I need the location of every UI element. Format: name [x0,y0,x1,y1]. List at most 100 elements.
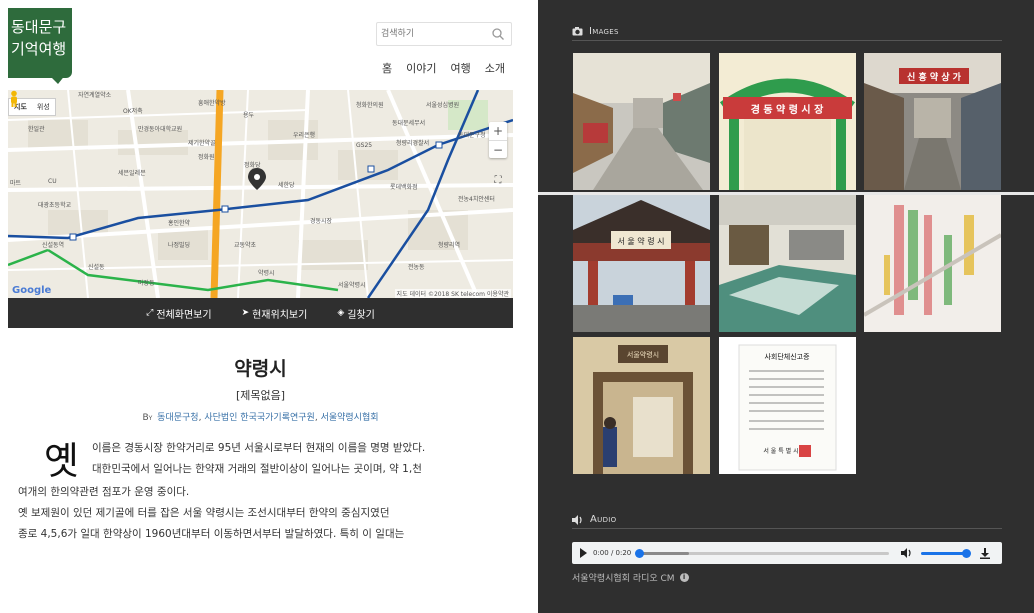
map[interactable]: 자연계열약소 OK저축 흥애한약방 청화한의원 서울성심병원 한일관 만경동아대… [8,90,513,298]
map-label: 청량리경찰서 [396,140,430,147]
page-subtitle: [제목없음] [235,389,286,402]
map-label: 흥애한약방 [198,100,226,107]
image-thumbnail[interactable]: 사회단체신고증 서 울 특 별 시 [719,337,856,474]
map-label: 홍인한약 [168,220,191,227]
website-panel: 동대문구 기억여행 홈 이야기 여행 소개 [0,0,523,613]
map-label: 자연계열약소 [78,92,112,99]
street-market-photo [573,53,710,190]
location-arrow-icon: ➤ [241,308,250,318]
map-label: 마트 [10,180,22,187]
volume-slider[interactable] [921,548,972,558]
audio-time: 0:00 / 0:20 [593,549,632,557]
map-label: OK저축 [123,108,143,115]
tab-satellite[interactable]: 위성 [32,99,55,115]
download-icon[interactable] [979,547,991,559]
author-link[interactable]: 서울약령시협회 [321,413,379,423]
nav-home[interactable]: 홈 [382,60,392,76]
audio-seek-bar[interactable] [635,548,890,558]
site-logo-text: 동대문구 기억여행 [11,18,67,58]
logo-speech-tail [48,74,66,84]
map-label: 세한당 [278,182,295,189]
media-panel: Images 경 동 약 령 시 장 신 흥 약 상 가 서 울 약 령 시 서… [538,0,1034,613]
map-zoom-control: + − [489,122,507,158]
zoom-in-button[interactable]: + [489,122,507,140]
image-thumbnail[interactable] [719,195,856,332]
author-link[interactable]: 동대문구청 [157,413,198,423]
map-label: 대광초등학교 [38,202,72,209]
map-label: 교동약초 [234,242,257,249]
museum-sign-text: 서울약령시 [627,350,659,359]
fullscreen-label: 전체화면보기 [156,309,212,321]
image-thumbnail[interactable]: 신 흥 약 상 가 [864,53,1001,190]
directions-button[interactable]: ◈ 길찾기 [337,306,375,321]
page-title: 약령시 [234,358,287,380]
info-icon[interactable]: i [679,573,689,582]
directions-icon: ◈ [337,308,345,318]
article-line: 대한민국에서 일어나는 한약재 거래의 절반이상이 일어나는 곳이며, 약 1,… [92,463,422,475]
zoom-out-button[interactable]: − [489,140,507,158]
image-thumbnail[interactable] [864,195,1001,332]
fullscreen-button[interactable]: ⤢ 전체화면보기 [146,306,211,321]
document-photo: 사회단체신고증 서 울 특 별 시 [719,337,856,474]
map-label: 용두 [243,112,255,119]
map-label: 정화당 [244,162,261,169]
search-box [376,22,512,46]
map-label: 제기한약골 [188,140,216,147]
audio-title: Audio [590,514,617,525]
images-header: Images [572,26,1002,41]
audio-header: Audio [572,514,1002,529]
map-label: 정화원 [198,154,215,161]
map-copyright: 지도 데이터 ©2018 SK telecom 이용약관 [394,289,511,298]
pegman-icon[interactable] [8,90,20,108]
directions-label: 길찾기 [347,309,375,321]
map-graphic [8,90,513,298]
traditional-gate-sign-text: 서 울 약 령 시 [618,236,665,246]
image-thumbnail[interactable]: 경 동 약 령 시 장 [719,53,856,190]
volume-handle[interactable] [962,548,972,558]
article-line: 이름은 경동시장 한약거리로 95년 서울시로부터 현재의 이름을 명명 받았다… [92,442,426,454]
map-control-bar: ⤢ 전체화면보기 ➤ 현재위치보기 ◈ 길찾기 [8,298,513,328]
map-fullscreen-icon[interactable]: ⛶ [491,174,505,188]
nav-about[interactable]: 소개 [485,60,505,76]
map-label: GS25 [356,142,373,149]
speaker-icon [572,514,582,525]
image-thumbnail[interactable]: 서 울 약 령 시 [573,195,710,332]
author-link[interactable]: 사단법인 한국국가기록연구원 [204,413,315,423]
map-label: 서울약령시 [338,282,366,289]
images-title: Images [589,26,619,37]
map-label: 한일관 [28,126,45,133]
website-page: 동대문구 기억여행 홈 이야기 여행 소개 [8,8,513,548]
current-location-label: 현재위치보기 [252,309,308,321]
byline: By 동대문구청, 사단법인 한국국가기록연구원, 서울약령시협회 [142,413,379,423]
map-label: 서울성심병원 [426,102,460,109]
shopping-street-photo: 신 흥 약 상 가 [864,53,1001,190]
document-footer-text: 서 울 특 별 시 [763,447,798,455]
audio-caption: 서울약령시협회 라디오 CM i [572,571,689,584]
map-label: 신설동 [88,264,105,271]
seek-handle[interactable] [635,548,645,558]
image-thumbnail[interactable] [573,53,710,190]
map-label: 동대문구청 [458,132,486,139]
image-thumbnail[interactable]: 서울약령시 [573,337,710,474]
map-label: CU [48,178,57,185]
gate-sign-text: 경 동 약 령 시 장 [751,103,824,116]
search-input[interactable] [381,26,489,42]
map-label: 세븐일레븐 [118,170,146,177]
gate-sign-photo: 경 동 약 령 시 장 [719,53,856,190]
document-heading-text: 사회단체신고증 [764,352,810,361]
google-logo: Google [12,285,52,296]
volume-icon[interactable] [901,547,913,559]
play-icon[interactable] [580,548,587,558]
map-label: 경동시장 [310,218,333,225]
map-label: 전농동 [408,264,425,271]
nav-travel[interactable]: 여행 [451,60,471,76]
nav-stories[interactable]: 이야기 [406,60,436,76]
search-icon[interactable] [491,27,505,41]
current-location-button[interactable]: ➤ 현재위치보기 [242,306,308,321]
museum-doorway-photo: 서울약령시 [573,337,710,474]
article-line: 여개의 한의약관련 점포가 운영 중이다. [18,486,190,498]
audio-buffered [639,551,690,555]
site-logo[interactable]: 동대문구 기억여행 [8,8,72,84]
expand-icon: ⤢ [146,308,154,318]
map-label: 청량리역 [438,242,461,249]
